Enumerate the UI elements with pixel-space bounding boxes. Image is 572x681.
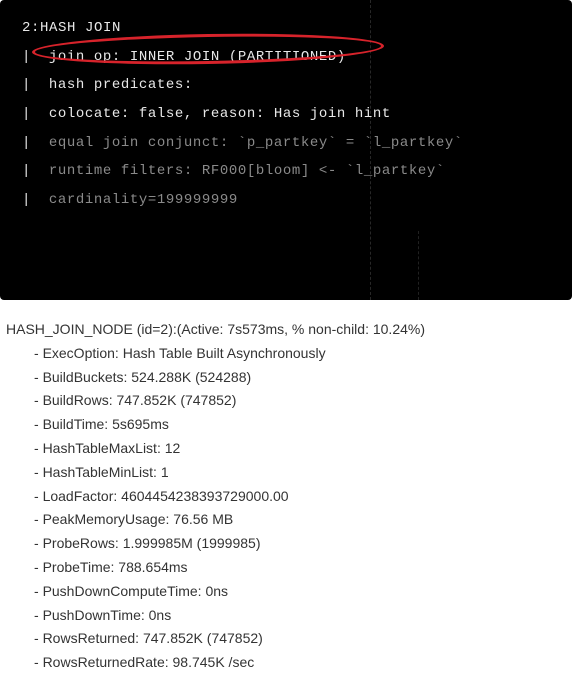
stats-row: BuildTime: 5s695ms [34,413,566,437]
plan-runtime-filters: runtime filters: RF000[bloom] <- `l_part… [49,163,445,179]
vertical-guide [418,231,419,300]
stats-list: ExecOption: Hash Table Built Asynchronou… [34,342,566,675]
stats-row: ProbeTime: 788.654ms [34,556,566,580]
stats-row: PeakMemoryUsage: 76.56 MB [34,508,566,532]
stats-row: ExecOption: Hash Table Built Asynchronou… [34,342,566,366]
plan-line: |hash predicates: [22,71,558,100]
plan-line: |join op: INNER JOIN (PARTITIONED) [22,43,558,72]
plan-line: |cardinality=199999999 [22,186,558,215]
stats-row: ProbeRows: 1.999985M (1999985) [34,532,566,556]
plan-node-header: 2:HASH JOIN [22,14,558,43]
stats-row: HashTableMaxList: 12 [34,437,566,461]
plan-line: |runtime filters: RF000[bloom] <- `l_par… [22,157,558,186]
stats-row: PushDownComputeTime: 0ns [34,580,566,604]
stats-row: BuildBuckets: 524.288K (524288) [34,366,566,390]
stats-row: RowsReturnedRate: 98.745K /sec [34,651,566,675]
plan-cardinality: cardinality=199999999 [49,192,238,208]
plan-colocate: colocate: false, reason: Has join hint [49,106,391,122]
stats-row: LoadFactor: 4604454238393729000.00 [34,485,566,509]
stats-row: RowsReturned: 747.852K (747852) [34,627,566,651]
plan-hash-predicates: hash predicates: [49,77,193,93]
plan-line: |equal join conjunct: `p_partkey` = `l_p… [22,129,558,158]
stats-row: BuildRows: 747.852K (747852) [34,389,566,413]
stats-row: HashTableMinList: 1 [34,461,566,485]
stats-header: HASH_JOIN_NODE (id=2):(Active: 7s573ms, … [6,318,566,342]
plan-equal-join-conjunct: equal join conjunct: `p_partkey` = `l_pa… [49,135,463,151]
profile-stats: HASH_JOIN_NODE (id=2):(Active: 7s573ms, … [0,300,572,681]
plan-line: |colocate: false, reason: Has join hint [22,100,558,129]
query-plan-terminal: 2:HASH JOIN |join op: INNER JOIN (PARTIT… [0,0,572,300]
plan-join-op: join op: INNER JOIN (PARTITIONED) [49,49,346,65]
stats-row: PushDownTime: 0ns [34,604,566,628]
